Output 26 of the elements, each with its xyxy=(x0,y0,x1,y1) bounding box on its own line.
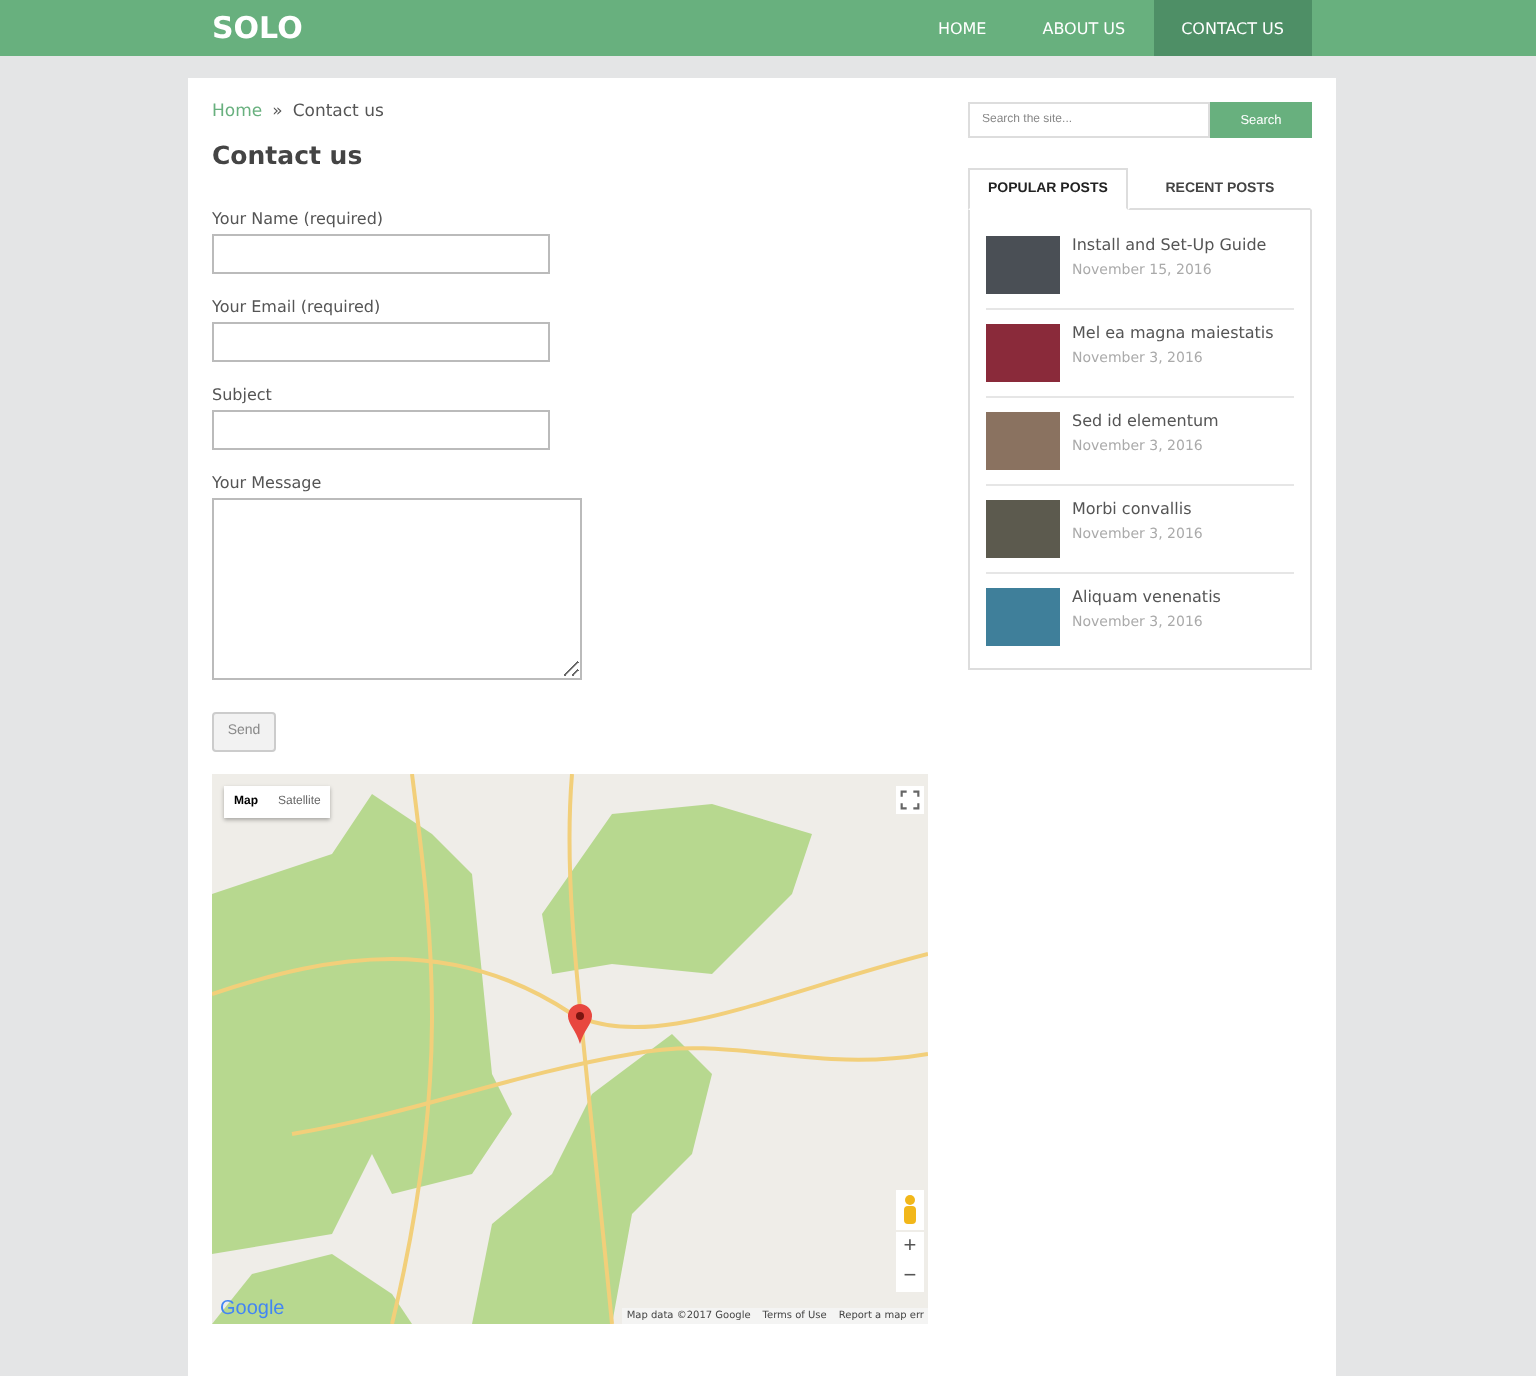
post-title-link[interactable]: Morbi convallis xyxy=(1072,500,1203,518)
field-label: Your Message xyxy=(212,474,324,492)
page-title: Contact us xyxy=(212,140,365,170)
field-label: Your Name (required) xyxy=(212,210,386,228)
photo-placeholder[interactable] xyxy=(986,500,1060,558)
message-field[interactable] xyxy=(212,498,582,680)
person-icon[interactable] xyxy=(896,1189,924,1229)
photo-placeholder[interactable] xyxy=(986,236,1060,294)
field-label: Subject xyxy=(212,386,274,404)
map-logo: Google xyxy=(220,1297,285,1319)
input-field[interactable] xyxy=(212,322,550,362)
photo-placeholder[interactable] xyxy=(986,324,1060,382)
input-field[interactable] xyxy=(212,234,550,274)
nav-link[interactable]: CONTACT US xyxy=(1153,0,1312,56)
breadcrumb-current: Contact us xyxy=(292,102,384,122)
post-title-link[interactable]: Mel ea magna maiestatis xyxy=(1072,324,1274,342)
fullscreen-icon[interactable] xyxy=(896,785,924,813)
map-pin-icon[interactable] xyxy=(566,1001,594,1045)
post-title-link[interactable]: Aliquam venenatis xyxy=(1072,588,1221,606)
breadcrumb-separator: » xyxy=(272,102,283,122)
input-field[interactable] xyxy=(212,410,550,450)
photo-placeholder[interactable] xyxy=(986,588,1060,646)
photo-placeholder[interactable] xyxy=(986,412,1060,470)
field-label: Your Email (required) xyxy=(212,298,383,316)
post-title-link[interactable]: Sed id elementum xyxy=(1072,412,1219,430)
post-title-link[interactable]: Install and Set-Up Guide xyxy=(1072,236,1267,254)
